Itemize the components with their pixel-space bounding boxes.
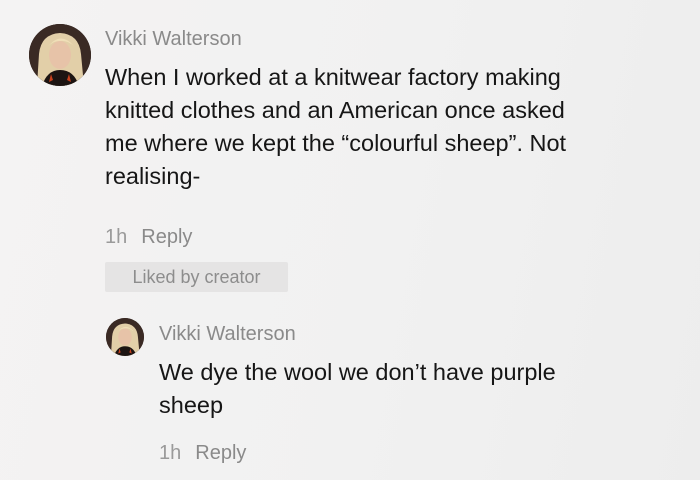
reply-avatar[interactable] bbox=[106, 318, 144, 356]
avatar[interactable] bbox=[29, 24, 91, 86]
reply-meta: 1h Reply bbox=[159, 442, 246, 465]
comment-text-line: knitted clothes and an American once ask… bbox=[105, 97, 565, 123]
user-avatar-icon bbox=[106, 318, 144, 356]
comment-text-line: me where we kept the “colourful sheep”. … bbox=[105, 130, 567, 156]
reply-text-line: sheep bbox=[159, 392, 224, 418]
comment-meta: 1h Reply bbox=[105, 226, 192, 249]
reply-timestamp: 1h bbox=[159, 442, 182, 464]
reply-text: We dye the wool we don’t have purple she… bbox=[159, 356, 556, 422]
comment-text-line: When I worked at a knitwear factory maki… bbox=[105, 64, 561, 90]
reply-text-line: We dye the wool we don’t have purple bbox=[159, 359, 556, 385]
comment-author[interactable]: Vikki Walterson bbox=[105, 28, 242, 51]
reply-button[interactable]: Reply bbox=[141, 226, 192, 249]
reply-author[interactable]: Vikki Walterson bbox=[159, 323, 296, 346]
comment-text: When I worked at a knitwear factory maki… bbox=[105, 61, 566, 193]
comment-text-line: realising- bbox=[105, 163, 201, 189]
reply-button[interactable]: Reply bbox=[195, 442, 246, 465]
user-avatar-icon bbox=[29, 24, 91, 86]
comment-timestamp: 1h bbox=[105, 226, 128, 248]
liked-by-creator-badge: Liked by creator bbox=[105, 262, 288, 292]
